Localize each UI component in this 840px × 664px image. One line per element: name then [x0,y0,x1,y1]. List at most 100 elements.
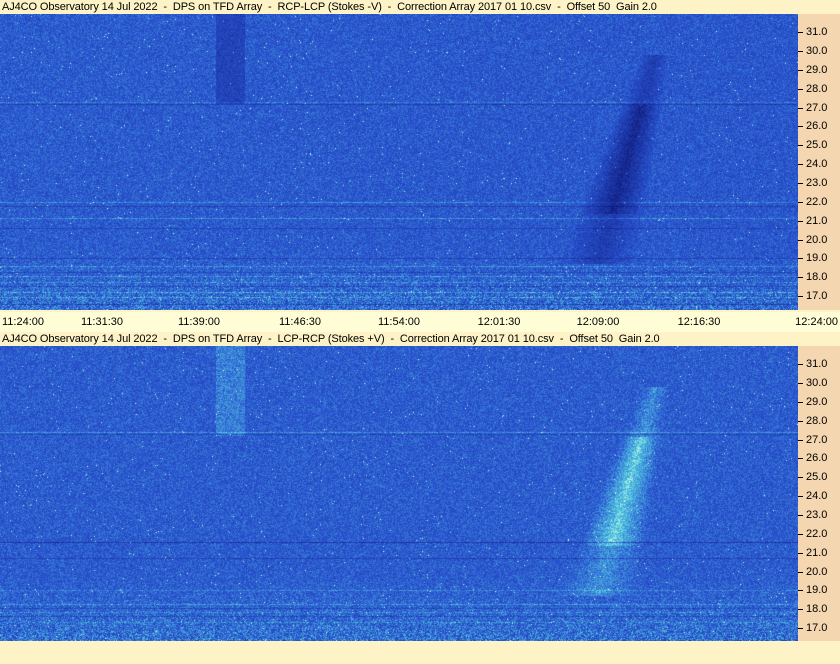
time-axis: 11:24:00 11:31:30 11:39:00 11:46:30 11:54:00… [0,312,840,332]
tick-mark [798,457,803,459]
tick-text: 24.0 [806,490,828,502]
tick-mark [798,201,803,203]
tick-text: 18.0 [806,271,828,283]
frequency-tick-label: 26.0 [798,452,827,464]
tick-text: 27.0 [806,434,828,446]
time-tick-label: 11:46:30 [278,316,322,328]
time-tick-label: 11:31:30 [80,316,124,328]
time-tick-label: 11:39:00 [177,316,221,328]
tick-mark [798,382,803,384]
tick-mark [798,439,803,441]
tick-mark [798,495,803,497]
tick-text: 25.0 [806,471,828,483]
panel-title-bottom: AJ4CO Observatory 14 Jul 2022 - DPS on T… [2,333,660,345]
tick-mark [798,107,803,109]
tick-text: 31.0 [806,26,828,38]
tick-mark [798,608,803,610]
tick-text: 27.0 [806,102,828,114]
frequency-tick-label: 28.0 [798,83,827,95]
frequency-tick-label: 28.0 [798,415,827,427]
tick-mark [798,276,803,278]
frequency-tick-label: 21.0 [798,215,827,227]
frequency-tick-label: 18.0 [798,271,827,283]
frequency-tick-label: 18.0 [798,603,827,615]
frequency-axis-top: 31.0 30.0 29.0 28.0 27.0 26.0 25.0 24.0 23.0 22.0… [798,14,840,310]
tick-text: 29.0 [806,396,828,408]
tick-text: 23.0 [806,509,828,521]
tick-mark [798,182,803,184]
tick-mark [798,239,803,241]
frequency-tick-label: 17.0 [798,622,827,634]
tick-mark [798,257,803,259]
frequency-tick-label: 30.0 [798,377,827,389]
tick-mark [798,363,803,365]
tick-text: 31.0 [806,358,828,370]
tick-mark [798,514,803,516]
frequency-tick-label: 24.0 [798,158,827,170]
frequency-tick-label: 22.0 [798,196,827,208]
tick-mark [798,31,803,33]
time-tick-label: 11:24:00 [2,316,45,328]
spectrogram-top[interactable] [0,14,798,310]
tick-text: 19.0 [806,252,828,264]
tick-text: 22.0 [806,528,828,540]
frequency-tick-label: 29.0 [798,396,827,408]
tick-mark [798,476,803,478]
frequency-tick-label: 22.0 [798,528,827,540]
tick-text: 23.0 [806,177,828,189]
tick-text: 30.0 [806,45,828,57]
time-tick-label: 12:09:00 [576,316,620,328]
frequency-tick-label: 23.0 [798,177,827,189]
tick-text: 26.0 [806,120,828,132]
tick-text: 20.0 [806,234,828,246]
frequency-tick-label: 31.0 [798,26,827,38]
tick-text: 21.0 [806,215,828,227]
tick-mark [798,163,803,165]
time-tick-label: 12:24:00 [795,316,838,328]
tick-mark [798,295,803,297]
tick-mark [798,627,803,629]
frequency-tick-label: 17.0 [798,290,827,302]
tick-text: 20.0 [806,566,828,578]
tick-mark [798,571,803,573]
tick-text: 28.0 [806,415,828,427]
tick-mark [798,589,803,591]
frequency-tick-label: 27.0 [798,102,827,114]
tick-mark [798,125,803,127]
spectrogram-canvas-top [0,14,798,310]
tick-mark [798,401,803,403]
frequency-tick-label: 20.0 [798,234,827,246]
tick-mark [798,420,803,422]
frequency-tick-label: 24.0 [798,490,827,502]
panel-title-top: AJ4CO Observatory 14 Jul 2022 - DPS on T… [2,1,657,13]
tick-text: 17.0 [806,622,828,634]
tick-text: 21.0 [806,547,828,559]
tick-text: 17.0 [806,290,828,302]
frequency-tick-label: 21.0 [798,547,827,559]
tick-mark [798,144,803,146]
tick-text: 18.0 [806,603,828,615]
frequency-tick-label: 30.0 [798,45,827,57]
tick-text: 24.0 [806,158,828,170]
tick-mark [798,552,803,554]
tick-mark [798,533,803,535]
frequency-tick-label: 19.0 [798,252,827,264]
frequency-tick-label: 19.0 [798,584,827,596]
frequency-tick-label: 29.0 [798,64,827,76]
frequency-tick-label: 27.0 [798,434,827,446]
time-tick-label: 12:01:30 [477,316,521,328]
tick-text: 19.0 [806,584,828,596]
spectrogram-bottom[interactable] [0,346,798,641]
frequency-tick-label: 20.0 [798,566,827,578]
frequency-tick-label: 25.0 [798,471,827,483]
spectrogram-canvas-bottom [0,346,798,641]
frequency-axis-bottom: 31.0 30.0 29.0 28.0 27.0 26.0 25.0 24.0 23.0 22.0… [798,346,840,641]
tick-mark [798,50,803,52]
time-tick-label: 11:54:00 [377,316,421,328]
frequency-tick-label: 23.0 [798,509,827,521]
tick-text: 26.0 [806,452,828,464]
frequency-tick-label: 26.0 [798,120,827,132]
tick-mark [798,69,803,71]
frequency-tick-label: 31.0 [798,358,827,370]
tick-text: 30.0 [806,377,828,389]
